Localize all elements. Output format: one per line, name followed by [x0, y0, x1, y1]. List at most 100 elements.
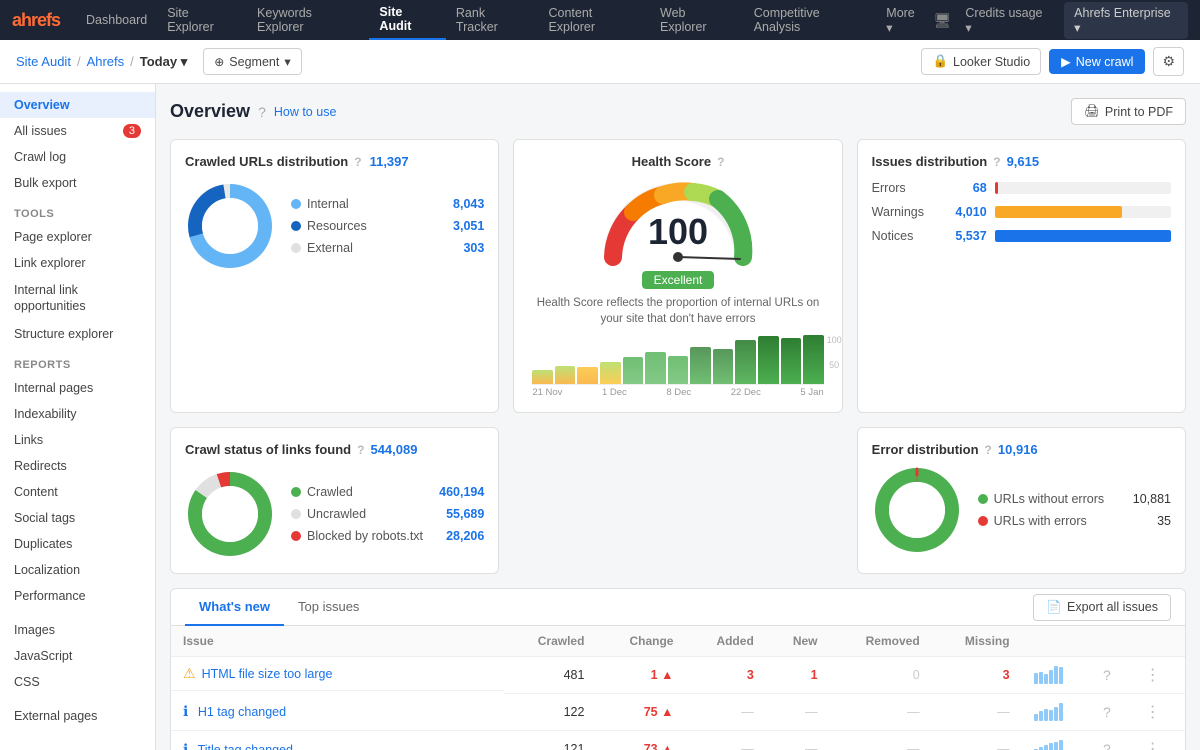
errors-label: Errors [872, 181, 937, 195]
sidebar-item-content[interactable]: Content [0, 479, 155, 505]
error-dist-total-link[interactable]: 10,916 [998, 442, 1038, 457]
content-area: Overview ? How to use 🖨 Print to PDF Cra… [156, 84, 1200, 750]
nav-competitive-analysis[interactable]: Competitive Analysis [744, 0, 877, 40]
help-circle-icon: ? [258, 104, 266, 120]
sidebar-item-crawl-log[interactable]: Crawl log [0, 144, 155, 170]
nav-dashboard[interactable]: Dashboard [76, 0, 157, 40]
nav-site-explorer[interactable]: Site Explorer [157, 0, 247, 40]
row-added: 3 [685, 657, 765, 694]
segment-btn[interactable]: ⊕ Segment ▾ [203, 48, 301, 75]
sidebar-item-javascript[interactable]: JavaScript [0, 643, 155, 669]
spark-bar-7 [668, 356, 689, 384]
logo[interactable]: ahrefs [12, 10, 60, 31]
issue-link[interactable]: HTML file size too large [202, 667, 333, 681]
breadcrumb-today[interactable]: Today ▾ [140, 54, 187, 70]
col-new: New [766, 626, 830, 657]
top-cards-row: Crawled URLs distribution ? 11,397 Inter… [170, 139, 1186, 413]
external-count[interactable]: 303 [463, 241, 484, 255]
crawled-total-link[interactable]: 11,397 [370, 154, 409, 169]
tabs-bar: What's new Top issues 📄 Export all issue… [171, 589, 1185, 626]
sidebar-item-links[interactable]: Links [0, 427, 155, 453]
sidebar-section-reports: Reports [0, 351, 155, 375]
blocked-row: Blocked by robots.txt 28,206 [291, 529, 484, 543]
sidebar-item-localization[interactable]: Localization [0, 557, 155, 583]
lock-icon: 🔒 [932, 54, 948, 69]
no-error-count: 10,881 [1133, 492, 1171, 506]
export-all-issues-btn[interactable]: 📄 Export all issues [1033, 594, 1171, 621]
notices-count[interactable]: 5,537 [945, 229, 987, 243]
print-to-pdf-btn[interactable]: 🖨 Print to PDF [1071, 98, 1186, 125]
breadcrumb: Site Audit / Ahrefs / Today ▾ [16, 54, 187, 70]
how-to-use-link[interactable]: How to use [274, 105, 337, 119]
warnings-count[interactable]: 4,010 [945, 205, 987, 219]
sidebar: Overview All issues 3 Crawl log Bulk exp… [0, 84, 156, 750]
crawled-count[interactable]: 460,194 [439, 485, 484, 499]
issue-link[interactable]: H1 tag changed [198, 705, 286, 719]
nav-more[interactable]: More ▾ [876, 0, 933, 40]
sidebar-item-indexability[interactable]: Indexability [0, 401, 155, 427]
row-help-3[interactable]: ? [1091, 731, 1133, 750]
resources-count[interactable]: 3,051 [453, 219, 484, 233]
all-issues-badge: 3 [123, 124, 141, 138]
nav-rank-tracker[interactable]: Rank Tracker [446, 0, 539, 40]
sparkline-bars-container: 100 50 [532, 335, 823, 385]
sidebar-item-link-explorer[interactable]: Link explorer [0, 250, 155, 276]
error-dist-help-icon: ? [985, 443, 992, 457]
sidebar-item-bulk-export[interactable]: Bulk export [0, 170, 155, 196]
error-dist-title: Error distribution ? 10,916 [872, 442, 1171, 457]
sidebar-item-redirects[interactable]: Redirects [0, 453, 155, 479]
sidebar-item-external-pages[interactable]: External pages [0, 703, 155, 729]
sidebar-item-duplicates[interactable]: Duplicates [0, 531, 155, 557]
enterprise-btn[interactable]: Ahrefs Enterprise ▾ [1064, 2, 1188, 39]
nav-content-explorer[interactable]: Content Explorer [538, 0, 650, 40]
sidebar-item-page-explorer[interactable]: Page explorer [0, 224, 155, 250]
breadcrumb-sep1: / [77, 54, 81, 69]
sidebar-item-structure-explorer[interactable]: Structure explorer [0, 321, 155, 347]
main-layout: Overview All issues 3 Crawl log Bulk exp… [0, 84, 1200, 750]
new-crawl-label: New crawl [1076, 55, 1134, 69]
new-crawl-btn[interactable]: ▶ New crawl [1049, 49, 1145, 74]
nav-web-explorer[interactable]: Web Explorer [650, 0, 744, 40]
sidebar-item-all-issues[interactable]: All issues 3 [0, 118, 155, 144]
crawl-status-total-link[interactable]: 544,089 [370, 442, 417, 457]
warnings-bar-fill [995, 206, 1122, 218]
breadcrumb-ahrefs[interactable]: Ahrefs [87, 54, 125, 69]
credits-usage-btn[interactable]: Credits usage ▾ [955, 2, 1060, 39]
row-help[interactable]: ? [1091, 657, 1133, 694]
sidebar-item-images[interactable]: Images [0, 617, 155, 643]
sidebar-item-social-tags[interactable]: Social tags [0, 505, 155, 531]
nav-site-audit[interactable]: Site Audit [369, 0, 445, 40]
tab-top-issues[interactable]: Top issues [284, 589, 373, 626]
errors-count[interactable]: 68 [945, 181, 987, 195]
uncrawled-count[interactable]: 55,689 [446, 507, 484, 521]
row-menu[interactable]: ⋮ [1133, 657, 1185, 694]
sidebar-item-css[interactable]: CSS [0, 669, 155, 695]
breadcrumb-sep2: / [130, 54, 134, 69]
empty-card-2 [513, 427, 842, 574]
breadcrumb-site-audit[interactable]: Site Audit [16, 54, 71, 69]
tab-whats-new[interactable]: What's new [185, 589, 284, 626]
crawl-status-donut-row: Crawled 460,194 Uncrawled 55,689 Blocked… [185, 469, 484, 559]
looker-studio-btn[interactable]: 🔒 Looker Studio [921, 48, 1041, 75]
warnings-row: Warnings 4,010 [872, 205, 1171, 219]
health-badge: Excellent [642, 271, 715, 289]
issues-total-link[interactable]: 9,615 [1007, 154, 1040, 169]
row-menu-3[interactable]: ⋮ [1133, 731, 1185, 750]
settings-btn[interactable]: ⚙ [1153, 47, 1184, 76]
notices-label: Notices [872, 229, 937, 243]
issue-link-3[interactable]: Title tag changed [198, 743, 293, 750]
errors-bar-bg [995, 182, 1171, 194]
row-menu-2[interactable]: ⋮ [1133, 694, 1185, 731]
segment-label: Segment [229, 55, 279, 69]
row-missing: 3 [932, 657, 1022, 694]
sidebar-item-internal-pages[interactable]: Internal pages [0, 375, 155, 401]
row-help-2[interactable]: ? [1091, 694, 1133, 731]
spark-bar-4 [600, 362, 621, 384]
sidebar-item-overview[interactable]: Overview [0, 92, 155, 118]
blocked-count[interactable]: 28,206 [446, 529, 484, 543]
nav-keywords-explorer[interactable]: Keywords Explorer [247, 0, 369, 40]
internal-count[interactable]: 8,043 [453, 197, 484, 211]
sidebar-item-internal-link-opportunities[interactable]: Internal link opportunities [0, 276, 155, 321]
sidebar-item-performance[interactable]: Performance [0, 583, 155, 609]
crawled-legend: Internal 8,043 Resources 3,051 External … [291, 197, 484, 255]
